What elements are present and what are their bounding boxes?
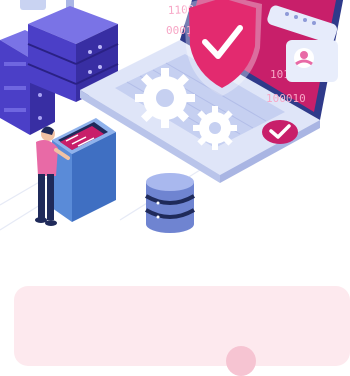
card-dot xyxy=(226,346,256,376)
bottom-card xyxy=(14,286,350,376)
gear-icon xyxy=(135,68,195,128)
database-icon xyxy=(144,173,196,233)
gear-icon xyxy=(193,106,237,150)
user-profile-icon xyxy=(286,40,338,82)
kiosk-terminal xyxy=(52,118,116,222)
binary-row: 100010 xyxy=(266,92,306,105)
checkmark-badge-icon xyxy=(262,120,298,144)
